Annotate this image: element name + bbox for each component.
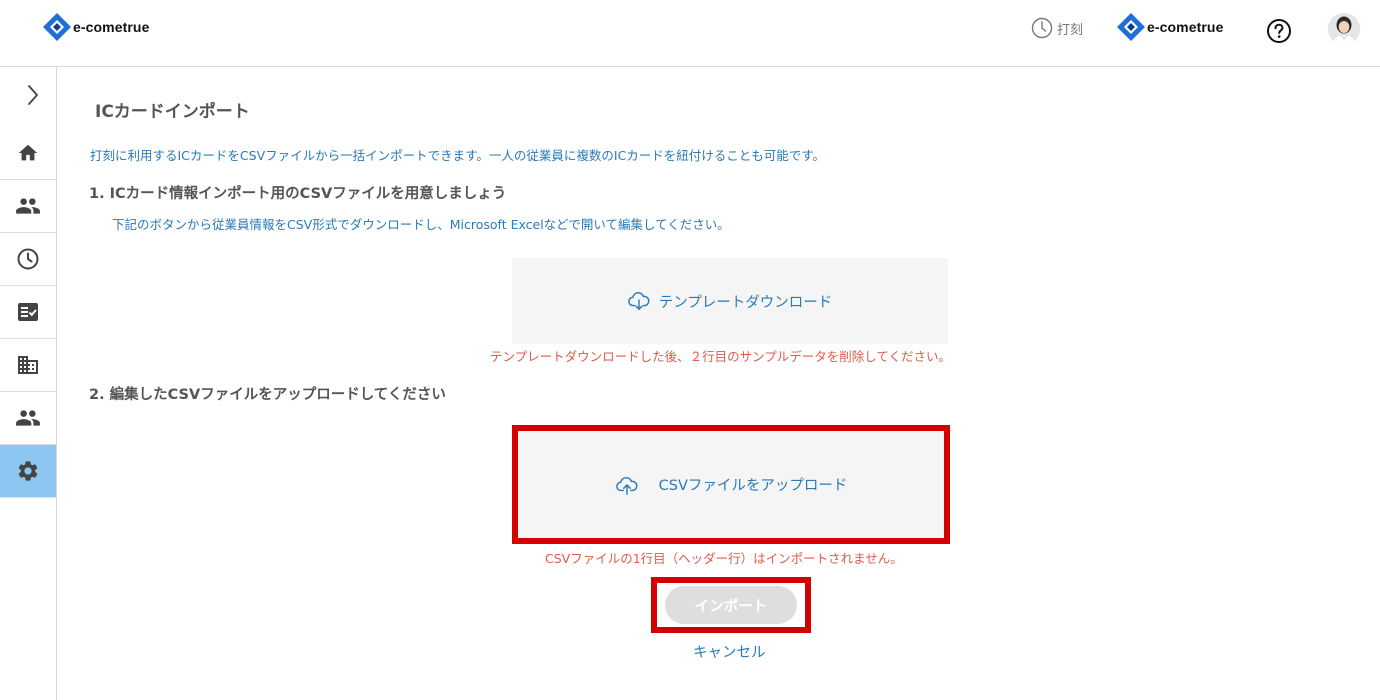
step1-title: 1. ICカード情報インポート用のCSVファイルを用意しましょう: [89, 186, 507, 202]
checklist-icon: [18, 303, 38, 321]
clock-icon: [17, 248, 39, 270]
logo-mark-icon: [1117, 13, 1145, 41]
user-avatar-icon: [1328, 13, 1360, 45]
clock-icon: [1031, 17, 1053, 39]
sidebar-item-settings[interactable]: [0, 445, 56, 498]
sidebar-toggle[interactable]: [26, 84, 40, 110]
step1-description: 下記のボタンから従業員情報をCSV形式でダウンロードし、Microsoft Ex…: [112, 217, 730, 232]
template-download-label: テンプレートダウンロード: [658, 294, 833, 311]
page-title: ICカードインポート: [95, 102, 250, 122]
template-note: テンプレートダウンロードした後、２行目のサンプルデータを削除してください。: [490, 349, 952, 364]
import-button[interactable]: インポート: [665, 586, 797, 624]
punch-button[interactable]: 打刻: [1031, 17, 1083, 39]
top-header: e-cometrue 打刻 e-cometrue: [0, 0, 1380, 67]
upload-note: CSVファイルの1行目（ヘッダー行）はインポートされません。: [545, 551, 903, 566]
home-icon: [18, 144, 38, 161]
logo-mark-icon: [43, 13, 71, 41]
gear-icon: [18, 461, 38, 481]
partner-logo: e-cometrue: [1116, 12, 1223, 42]
sidebar: [0, 67, 57, 700]
csv-upload-label: CSVファイルをアップロード: [658, 478, 848, 494]
sidebar-item-employees[interactable]: [0, 180, 56, 233]
sidebar-item-requests[interactable]: [0, 286, 56, 339]
sidebar-item-groups[interactable]: [0, 392, 56, 445]
main-content: ICカードインポート 打刻に利用するICカードをCSVファイルから一括インポート…: [58, 67, 1380, 700]
cloud-download-icon: [627, 292, 650, 310]
help-button[interactable]: [1266, 18, 1292, 48]
sidebar-item-organization[interactable]: [0, 339, 56, 392]
logo-text: e-cometrue: [1147, 19, 1224, 35]
intro-text: 打刻に利用するICカードをCSVファイルから一括インポートできます。一人の従業員…: [90, 148, 826, 163]
cancel-link[interactable]: キャンセル: [693, 641, 766, 662]
avatar[interactable]: [1328, 13, 1360, 45]
people-icon: [16, 410, 40, 426]
template-download-button[interactable]: テンプレートダウンロード: [512, 258, 948, 344]
chevron-right-icon: [28, 85, 38, 105]
sidebar-item-attendance[interactable]: [0, 233, 56, 286]
import-highlight: インポート: [651, 577, 811, 633]
people-icon: [16, 198, 40, 214]
punch-label: 打刻: [1057, 22, 1084, 38]
logo-text: e-cometrue: [73, 19, 150, 35]
app-logo[interactable]: e-cometrue: [42, 12, 149, 42]
help-circle-icon: [1267, 19, 1291, 43]
csv-upload-button[interactable]: CSVファイルをアップロード: [512, 425, 950, 544]
building-icon: [18, 356, 38, 374]
csv-upload-content: CSVファイルをアップロード: [615, 474, 848, 495]
step2-title: 2. 編集したCSVファイルをアップロードしてください: [89, 387, 446, 403]
sidebar-item-home[interactable]: [0, 127, 56, 180]
cloud-upload-icon: [615, 476, 638, 495]
